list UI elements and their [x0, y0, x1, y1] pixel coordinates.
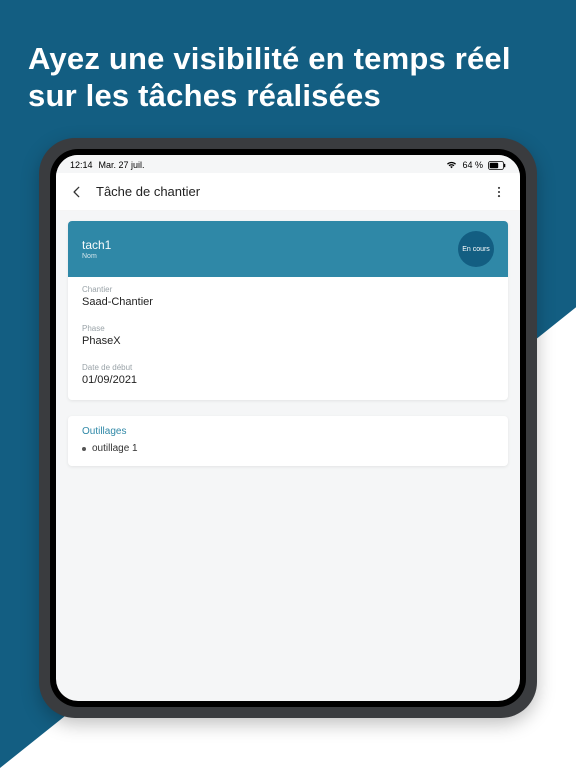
- field-chantier: Chantier Saad-Chantier: [68, 277, 508, 318]
- list-item: outillage 1: [68, 443, 508, 466]
- field-value: Saad-Chantier: [82, 296, 494, 308]
- field-date-debut: Date de début 01/09/2021: [68, 357, 508, 400]
- page-title: Tâche de chantier: [96, 184, 200, 199]
- app-bar: Tâche de chantier: [56, 173, 520, 211]
- outillages-title: Outillages: [68, 416, 508, 443]
- date-text: Mar. 27 juil.: [99, 160, 145, 170]
- clock-text: 12:14: [70, 160, 93, 170]
- chevron-left-icon: [70, 185, 84, 199]
- battery-icon: [488, 161, 506, 170]
- wifi-icon: [446, 161, 457, 169]
- status-badge[interactable]: En cours: [458, 231, 494, 267]
- task-name-label: Nom: [82, 253, 111, 260]
- status-bar: 12:14 Mar. 27 juil. 64 %: [56, 155, 520, 173]
- field-label: Chantier: [82, 285, 494, 294]
- app-screen: 12:14 Mar. 27 juil. 64 %: [56, 155, 520, 701]
- field-value: 01/09/2021: [82, 374, 494, 386]
- more-menu-button[interactable]: [490, 183, 508, 201]
- status-text: En cours: [462, 246, 490, 254]
- task-card-header: tach1 Nom En cours: [68, 221, 508, 277]
- list-item-label: outillage 1: [92, 443, 138, 454]
- tablet-bezel: 12:14 Mar. 27 juil. 64 %: [50, 149, 526, 707]
- bullet-icon: [82, 447, 86, 451]
- back-button[interactable]: [68, 183, 86, 201]
- task-card: tach1 Nom En cours Chantier Saad-Chantie…: [68, 221, 508, 400]
- field-label: Phase: [82, 324, 494, 333]
- more-vertical-icon: [492, 185, 506, 199]
- field-value: PhaseX: [82, 335, 494, 347]
- field-phase: Phase PhaseX: [68, 318, 508, 357]
- marketing-slide: Ayez une visibilité en temps réel sur le…: [0, 0, 576, 768]
- battery-percent: 64 %: [462, 160, 483, 170]
- headline-text: Ayez une visibilité en temps réel sur le…: [0, 0, 576, 138]
- task-name: tach1: [82, 238, 111, 252]
- field-label: Date de début: [82, 363, 494, 372]
- tablet-frame: 12:14 Mar. 27 juil. 64 %: [39, 138, 537, 718]
- content-area: tach1 Nom En cours Chantier Saad-Chantie…: [56, 211, 520, 701]
- outillages-card: Outillages outillage 1: [68, 416, 508, 466]
